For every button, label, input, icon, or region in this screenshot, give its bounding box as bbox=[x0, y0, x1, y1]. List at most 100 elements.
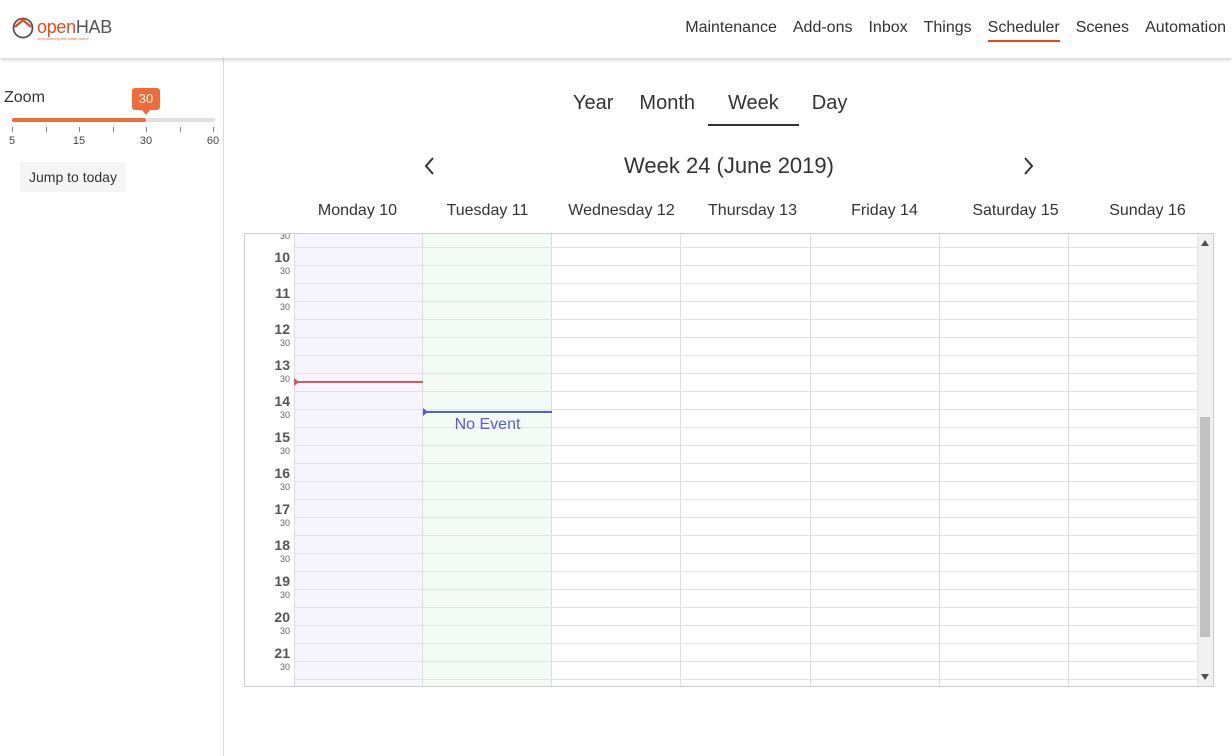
zoom-tick-label: 15 bbox=[72, 135, 86, 147]
nav-maintenance[interactable]: Maintenance bbox=[685, 18, 777, 42]
nav-automation[interactable]: Automation bbox=[1145, 18, 1226, 42]
grid-line bbox=[294, 607, 1198, 608]
hour-label: 19 bbox=[274, 573, 290, 589]
grid-line bbox=[294, 571, 1198, 572]
zoom-tick bbox=[180, 127, 181, 132]
day-header-sunday[interactable]: Sunday 16 bbox=[1083, 200, 1212, 222]
hour-label: 12 bbox=[274, 321, 290, 337]
grid-line bbox=[294, 391, 1198, 392]
grid-scrollbar[interactable] bbox=[1197, 234, 1213, 686]
grid-line bbox=[294, 445, 1198, 446]
next-week-button[interactable] bbox=[1016, 152, 1040, 180]
zoom-tick bbox=[12, 127, 13, 132]
half-hour-label: 30 bbox=[279, 626, 290, 636]
view-tabs: Year Month Week Day bbox=[560, 86, 860, 128]
half-hour-label: 30 bbox=[279, 338, 290, 348]
hour-label: 21 bbox=[274, 645, 290, 661]
grid-line bbox=[294, 679, 1198, 680]
day-header-wednesday[interactable]: Wednesday 12 bbox=[552, 200, 691, 222]
zoom-tick-label: 5 bbox=[8, 135, 16, 147]
nav-scenes[interactable]: Scenes bbox=[1076, 18, 1129, 42]
hour-label: 17 bbox=[274, 501, 290, 517]
day-header-saturday[interactable]: Saturday 15 bbox=[951, 200, 1080, 222]
grid-line bbox=[294, 661, 1198, 662]
week-grid[interactable]: 30 10 30 11 30 12 30 13 30 14 30 15 30 16 30 17 30 18 30 19… bbox=[244, 233, 1214, 687]
logo-tagline: empowering the smart home bbox=[38, 36, 89, 41]
hour-label: 14 bbox=[274, 393, 290, 409]
tab-year[interactable]: Year bbox=[560, 86, 626, 124]
logo-word-hab: HAB bbox=[75, 17, 112, 37]
tab-month[interactable]: Month bbox=[626, 86, 708, 124]
logo-wordmark: openHAB bbox=[37, 17, 112, 37]
scrollbar-thumb[interactable] bbox=[1200, 417, 1210, 637]
day-header-tuesday[interactable]: Tuesday 11 bbox=[423, 200, 552, 222]
grid-line bbox=[294, 265, 1198, 266]
half-hour-label: 30 bbox=[279, 410, 290, 420]
half-hour-label: 30 bbox=[279, 233, 290, 241]
half-hour-label: 30 bbox=[279, 662, 290, 672]
nav-things[interactable]: Things bbox=[924, 18, 972, 42]
current-time-indicator bbox=[294, 378, 423, 386]
grid-line bbox=[294, 499, 1198, 500]
grid-line bbox=[294, 409, 1198, 410]
day-header-thursday[interactable]: Thursday 13 bbox=[688, 200, 817, 222]
sidebar: Zoom 30 5 15 30 60 Jump to today bbox=[0, 58, 224, 756]
nav-inbox[interactable]: Inbox bbox=[868, 18, 907, 42]
grid-line bbox=[294, 643, 1198, 644]
grid-line bbox=[294, 517, 1198, 518]
grid-line bbox=[294, 625, 1198, 626]
grid-line bbox=[294, 337, 1198, 338]
time-axis: 30 10 30 11 30 12 30 13 30 14 30 15 30 16 30 17 30 18 30 19… bbox=[245, 234, 295, 686]
half-hour-label: 30 bbox=[279, 266, 290, 276]
grid-line bbox=[294, 553, 1198, 554]
grid-line bbox=[294, 463, 1198, 464]
hour-label: 16 bbox=[274, 465, 290, 481]
zoom-tick bbox=[79, 127, 80, 132]
hour-label: 13 bbox=[274, 357, 290, 373]
hour-label: 11 bbox=[275, 285, 290, 301]
half-hour-label: 30 bbox=[279, 554, 290, 564]
openhab-logo[interactable]: openHAB empowering the smart home bbox=[11, 15, 121, 43]
event-marker[interactable] bbox=[423, 408, 552, 416]
openhab-logo-icon bbox=[12, 17, 34, 39]
grid-line bbox=[294, 373, 1198, 374]
period-title: Week 24 (June 2019) bbox=[624, 153, 834, 178]
logo-word-open: open bbox=[37, 17, 76, 37]
top-bar: openHAB empowering the smart home Mainte… bbox=[0, 0, 1232, 58]
day-header-monday[interactable]: Monday 10 bbox=[293, 200, 422, 222]
half-hour-label: 30 bbox=[279, 302, 290, 312]
hour-label: 18 bbox=[274, 537, 290, 553]
zoom-tick-label: 30 bbox=[139, 135, 153, 147]
grid-line bbox=[294, 535, 1198, 536]
tab-week[interactable]: Week bbox=[708, 86, 799, 126]
zoom-tick-label: 60 bbox=[206, 135, 220, 147]
zoom-tick bbox=[46, 127, 47, 132]
grid-line bbox=[294, 355, 1198, 356]
nav-scheduler[interactable]: Scheduler bbox=[987, 18, 1060, 42]
half-hour-label: 30 bbox=[279, 446, 290, 456]
zoom-tick bbox=[146, 127, 147, 132]
chevron-left-icon bbox=[424, 157, 434, 175]
half-hour-label: 30 bbox=[279, 482, 290, 492]
jump-to-today-button[interactable]: Jump to today bbox=[20, 162, 126, 192]
scroll-down-arrow-icon[interactable] bbox=[1201, 674, 1209, 680]
scroll-up-arrow-icon[interactable] bbox=[1201, 240, 1209, 246]
hour-label: 20 bbox=[274, 609, 290, 625]
main-nav: Maintenance Add-ons Inbox Things Schedul… bbox=[685, 18, 1226, 42]
grid-line bbox=[294, 283, 1198, 284]
grid-line bbox=[294, 301, 1198, 302]
chevron-right-icon bbox=[1024, 157, 1034, 175]
grid-line bbox=[294, 319, 1198, 320]
nav-add-ons[interactable]: Add-ons bbox=[793, 18, 853, 42]
zoom-tick bbox=[213, 127, 214, 132]
zoom-slider-fill bbox=[12, 118, 146, 122]
grid-line bbox=[294, 589, 1198, 590]
previous-week-button[interactable] bbox=[418, 152, 442, 180]
zoom-tick bbox=[113, 127, 114, 132]
day-header-friday[interactable]: Friday 14 bbox=[820, 200, 949, 222]
zoom-slider-thumb[interactable]: 30 bbox=[132, 88, 160, 115]
tab-day[interactable]: Day bbox=[799, 86, 861, 124]
half-hour-label: 30 bbox=[279, 374, 290, 384]
half-hour-label: 30 bbox=[279, 518, 290, 528]
event-label[interactable]: No Event bbox=[423, 416, 552, 434]
